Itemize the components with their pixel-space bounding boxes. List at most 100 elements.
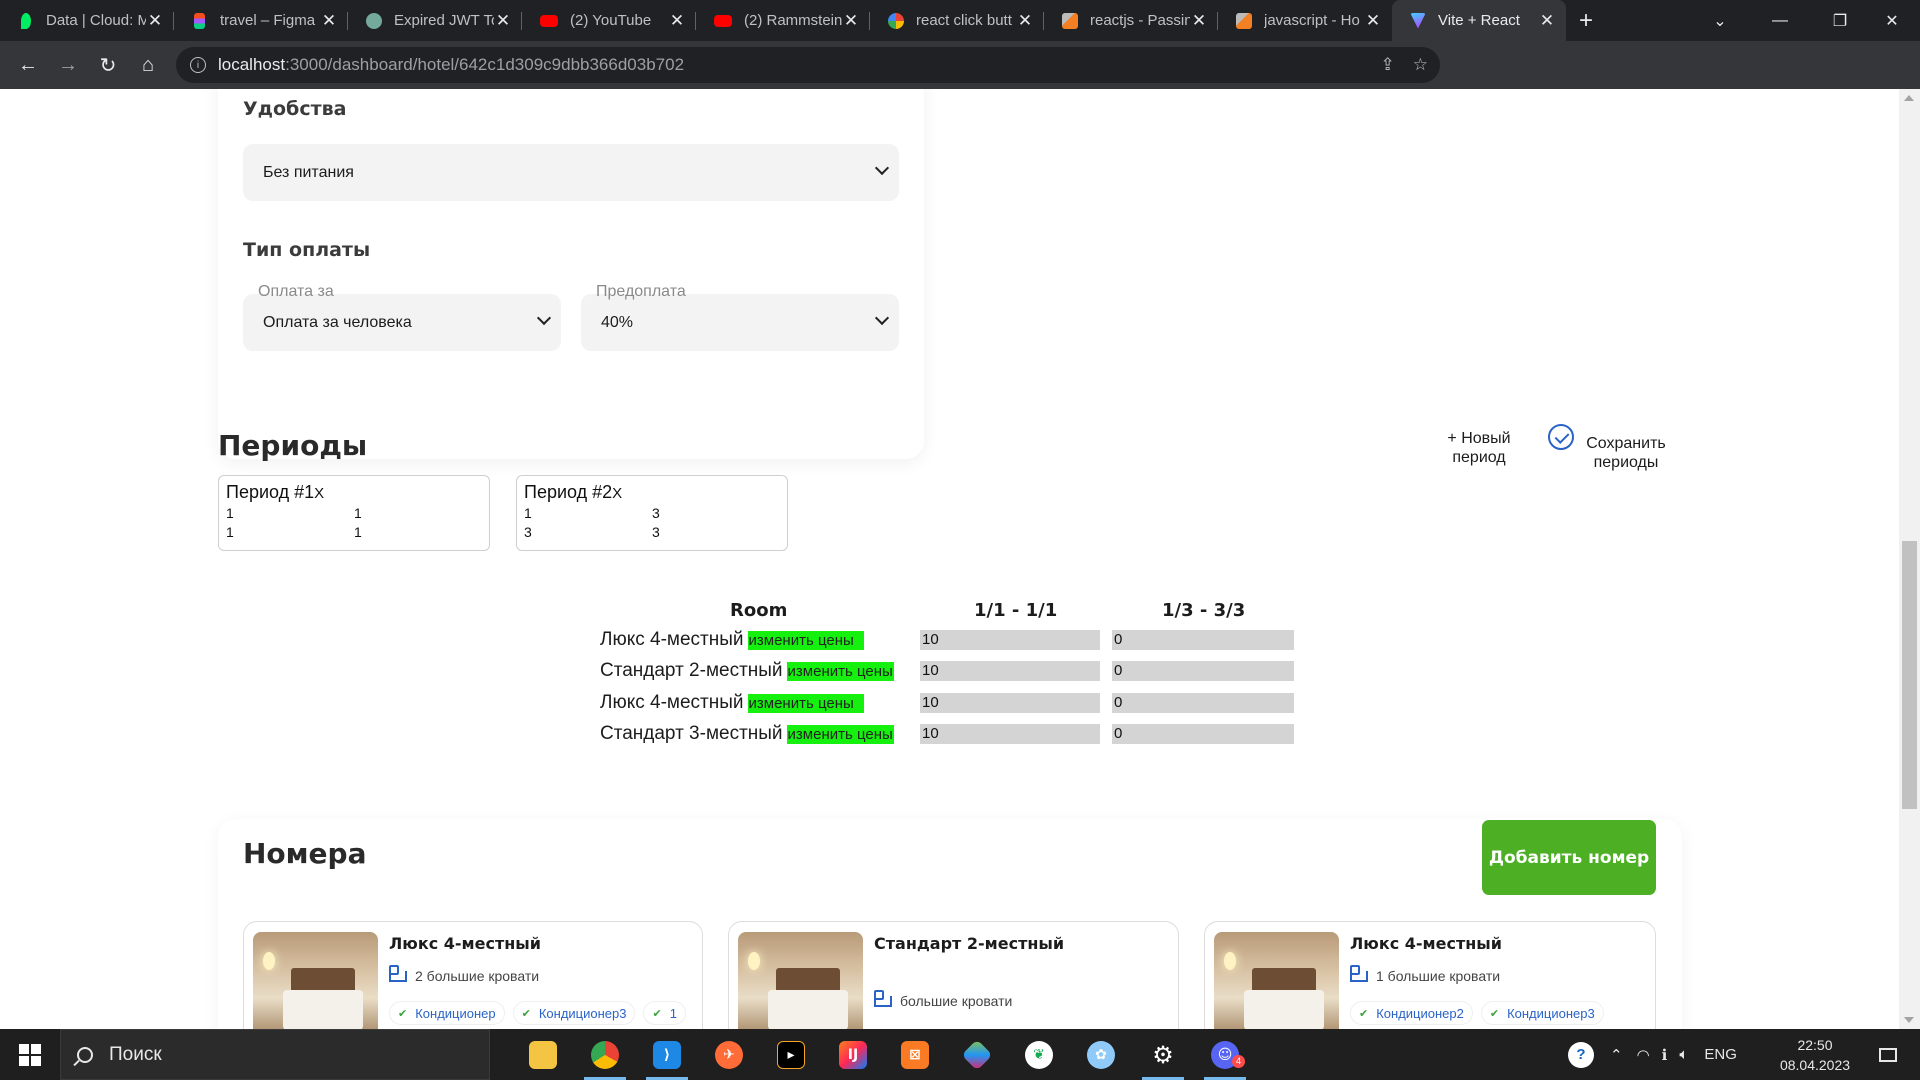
tab-stackoverflow-1[interactable]: reactjs - Passin ✕ (1044, 0, 1218, 41)
amenity-tag-label: Кондиционер (415, 1005, 496, 1021)
amenity-tag-label: Кондиционер3 (1507, 1005, 1595, 1021)
amenities-select[interactable]: Без питания (243, 144, 899, 201)
intellij-app[interactable]: IJ (824, 1029, 882, 1080)
share-icon[interactable]: ⇪ (1381, 55, 1395, 75)
tab-chatgpt[interactable]: Expired JWT To ✕ (348, 0, 522, 41)
room-name: Люкс 4-местный (600, 692, 744, 713)
figma-icon (194, 12, 205, 29)
pay-for-select[interactable]: Оплата за человека (243, 294, 561, 351)
vscode-app[interactable]: ⟩ (638, 1029, 696, 1080)
tab-youtube-rammstein[interactable]: (2) Rammstein ✕ (696, 0, 870, 41)
sourcetree-app[interactable] (948, 1029, 1006, 1080)
bookmark-star-icon[interactable]: ☆ (1413, 55, 1428, 75)
start-button[interactable] (0, 1029, 60, 1080)
close-tab-icon[interactable]: ✕ (494, 11, 512, 31)
page-scrollbar[interactable] (1899, 89, 1920, 1029)
room-beds: 2 большие кровати (389, 964, 539, 984)
table-header-period-1: 1/1 - 1/1 (974, 600, 1058, 621)
chevron-down-icon (874, 160, 890, 176)
new-period-button[interactable]: + Новый период (1440, 429, 1518, 467)
chevron-up-icon[interactable]: ⌃ (1610, 1046, 1623, 1064)
room-name: Стандарт 2-местный (600, 660, 783, 681)
wifi-icon[interactable]: ◠ (1637, 1046, 1650, 1064)
price-input[interactable]: 0 (1112, 724, 1294, 744)
amenity-tag: ✔ Кондиционер3 (1480, 1001, 1604, 1025)
tab-search-chevron-icon[interactable]: ⌄ (1690, 0, 1750, 41)
file-explorer-app[interactable] (514, 1029, 572, 1080)
close-window-button[interactable]: ✕ (1862, 0, 1920, 41)
price-input[interactable]: 10 (920, 693, 1100, 713)
restore-window-button[interactable]: ❐ (1810, 0, 1870, 41)
input-method-icon[interactable]: ℹ (1662, 1046, 1668, 1064)
price-input[interactable]: 0 (1112, 693, 1294, 713)
close-tab-icon[interactable]: ✕ (1538, 11, 1556, 31)
youtube-icon (540, 14, 558, 27)
price-input[interactable]: 0 (1112, 661, 1294, 681)
period-start-month: 3 (524, 524, 532, 540)
amenities-title: Удобства (243, 98, 347, 120)
scroll-up-arrow-icon[interactable] (1904, 95, 1914, 101)
clock-date: 08.04.2023 (1779, 1057, 1851, 1073)
tab-vite-react[interactable]: Vite + React ✕ (1392, 0, 1566, 41)
chatgpt-icon (366, 12, 382, 29)
remove-period-button[interactable]: X (612, 485, 622, 502)
remove-period-button[interactable]: X (314, 485, 324, 502)
close-tab-icon[interactable]: ✕ (1364, 11, 1382, 31)
tab-stackoverflow-2[interactable]: javascript - Ho ✕ (1218, 0, 1392, 41)
period-start-day: 1 (226, 505, 234, 521)
tab-title: (2) Rammstein (744, 12, 842, 29)
scrollbar-thumb[interactable] (1902, 541, 1917, 809)
price-input[interactable]: 10 (920, 661, 1100, 681)
discord-app[interactable]: ☺ 4 (1196, 1029, 1254, 1080)
room-card[interactable]: Люкс 4-местный 1 большие кровати ✔ Кондиц… (1204, 921, 1656, 1029)
close-tab-icon[interactable]: ✕ (1190, 11, 1208, 31)
room-card[interactable]: Стандарт 2-местный большие кровати (728, 921, 1179, 1029)
room-card[interactable]: Люкс 4-местный 2 большие кровати ✔ Кондиц… (243, 921, 703, 1029)
help-icon[interactable]: ? (1568, 1041, 1594, 1068)
reload-icon[interactable]: ↻ (88, 45, 128, 85)
add-room-button[interactable]: Добавить номер (1482, 820, 1656, 895)
xampp-app[interactable]: ⊠ (886, 1029, 944, 1080)
settings-app[interactable]: ⚙ (1134, 1029, 1192, 1080)
minimize-window-button[interactable]: — (1750, 0, 1810, 41)
close-tab-icon[interactable]: ✕ (320, 11, 338, 31)
period-end-day: 3 (652, 505, 660, 521)
terminal-app[interactable]: ▸ (762, 1029, 820, 1080)
room-photo (1214, 932, 1339, 1029)
new-tab-button[interactable]: + (1566, 0, 1606, 41)
close-tab-icon[interactable]: ✕ (146, 11, 164, 31)
tab-google-search[interactable]: react click butt ✕ (870, 0, 1044, 41)
periods-title: Периоды (218, 429, 368, 462)
back-arrow-icon[interactable]: ← (8, 45, 48, 85)
tab-title: Vite + React (1438, 12, 1520, 29)
notifications-button[interactable] (1868, 1029, 1908, 1080)
postman-app[interactable]: ✈ (700, 1029, 758, 1080)
home-icon[interactable]: ⌂ (128, 45, 168, 85)
forward-arrow-icon[interactable]: → (48, 45, 88, 85)
scroll-down-arrow-icon[interactable] (1904, 1017, 1914, 1023)
language-indicator[interactable]: ENG (1704, 1046, 1737, 1063)
prepayment-select[interactable]: 40% (581, 294, 899, 351)
tab-figma[interactable]: travel – Figma ✕ (174, 0, 348, 41)
tab-youtube[interactable]: (2) YouTube ✕ (522, 0, 696, 41)
price-input[interactable]: 10 (920, 724, 1100, 744)
taskbar-search-box[interactable]: Поиск (60, 1029, 490, 1080)
edit-prices-button[interactable]: изменить цены (786, 724, 894, 744)
address-bar[interactable]: i localhost:3000/dashboard/hotel/642c1d3… (176, 47, 1440, 83)
close-tab-icon[interactable]: ✕ (842, 11, 860, 31)
chrome-app[interactable] (576, 1029, 634, 1080)
sourcetree-icon (961, 1038, 993, 1071)
price-input[interactable]: 10 (920, 630, 1100, 650)
mongodb-compass-app[interactable]: ❦ (1010, 1029, 1068, 1080)
edit-prices-button[interactable]: изменить цены (747, 693, 864, 713)
taskbar-clock[interactable]: 22:50 08.04.2023 (1760, 1035, 1870, 1075)
close-tab-icon[interactable]: ✕ (668, 11, 686, 31)
close-tab-icon[interactable]: ✕ (1016, 11, 1034, 31)
price-input[interactable]: 0 (1112, 630, 1294, 650)
tab-mongodb[interactable]: Data | Cloud: M ✕ (0, 0, 174, 41)
paint-app[interactable]: ✿ (1072, 1029, 1130, 1080)
volume-icon[interactable]: 🔈︎ (1679, 1046, 1688, 1063)
edit-prices-button[interactable]: изменить цены (786, 661, 894, 681)
site-info-icon[interactable]: i (190, 57, 206, 73)
edit-prices-button[interactable]: изменить цены (747, 630, 864, 650)
